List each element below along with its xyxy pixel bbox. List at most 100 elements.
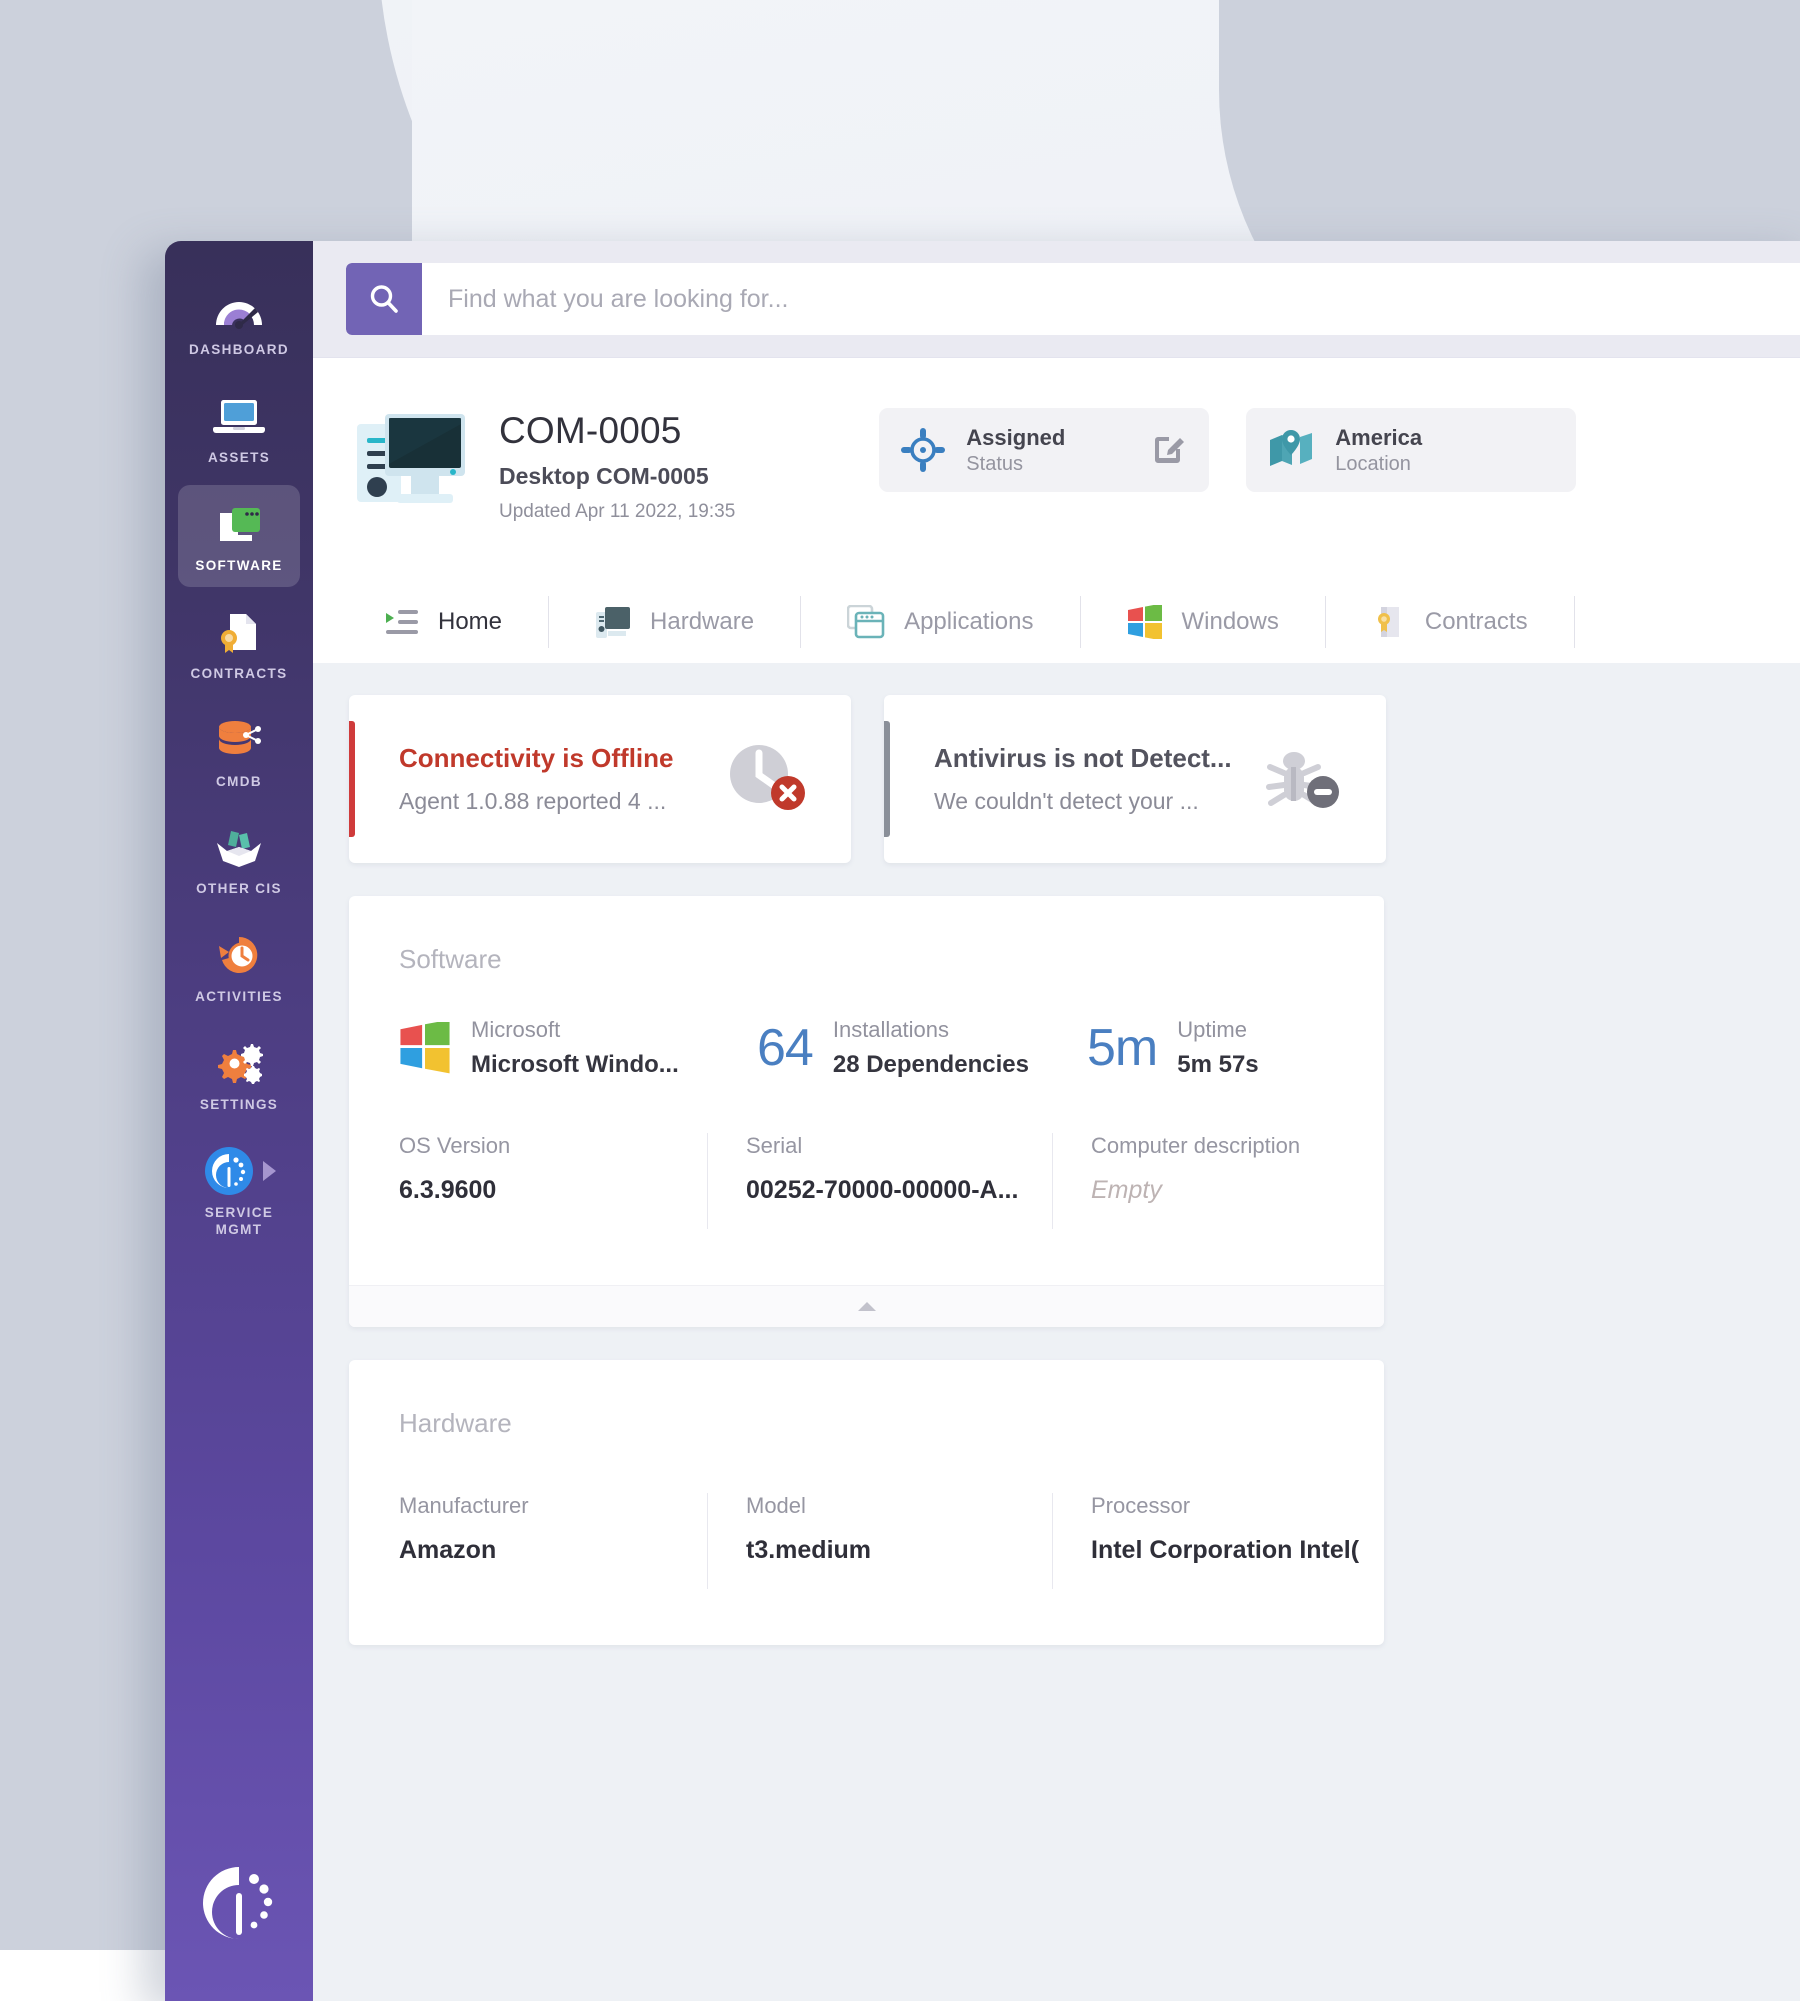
list-home-icon	[385, 608, 419, 636]
stat-big-number: 5m	[1087, 1018, 1157, 1078]
search-input[interactable]	[422, 263, 1800, 335]
windows-logo-icon	[1127, 605, 1163, 639]
field-label: Manufacturer	[399, 1493, 707, 1519]
stat-microsoft: Microsoft Microsoft Windo...	[399, 1017, 757, 1079]
alert-row: Connectivity is Offline Agent 1.0.88 rep…	[349, 695, 1800, 863]
sidebar-item-activities[interactable]: ACTIVITIES	[178, 916, 300, 1018]
tab-windows-label: Windows	[1182, 608, 1279, 636]
alert-description: We couldn't detect your ...	[934, 788, 1258, 815]
tab-contracts[interactable]: Contracts	[1326, 596, 1575, 648]
asset-header: COM-0005 Desktop COM-0005 Updated Apr 11…	[313, 358, 1800, 663]
edit-pencil-icon[interactable]	[1123, 430, 1187, 471]
hardware-fields-row: Manufacturer Amazon Model t3.medium Proc…	[349, 1493, 1384, 1645]
hardware-tower-icon	[595, 605, 631, 639]
software-stats-row: Microsoft Microsoft Windo... 64 Installa…	[349, 975, 1384, 1079]
field-value: Intel Corporation Intel(	[1091, 1536, 1384, 1565]
sidebar-item-contracts[interactable]: CONTRACTS	[178, 593, 300, 695]
sidebar-item-assets[interactable]: ASSETS	[178, 377, 300, 479]
search-button[interactable]	[346, 263, 422, 335]
stat-microsoft-text: Microsoft Microsoft Windo...	[471, 1017, 679, 1079]
sidebar-item-label: CMDB	[182, 774, 296, 791]
sidebar-item-label: ACTIVITIES	[182, 989, 296, 1006]
database-nodes-icon	[182, 715, 296, 765]
asset-updated-timestamp: Updated Apr 11 2022, 19:35	[499, 501, 735, 523]
field-label: OS Version	[399, 1133, 707, 1159]
status-badge-text: Assigned Status	[966, 425, 1065, 476]
certificate-scroll-icon	[1372, 605, 1406, 639]
asset-title-block: COM-0005 Desktop COM-0005 Updated Apr 11…	[499, 402, 735, 523]
field-label: Serial	[746, 1133, 1052, 1159]
software-window-icon	[182, 499, 296, 549]
bug-minus-icon	[1258, 741, 1386, 818]
location-badge-text: America Location	[1335, 425, 1422, 476]
tab-windows[interactable]: Windows	[1081, 596, 1326, 648]
app-window: DASHBOARD ASSETS	[165, 241, 1800, 2001]
location-badge-value: America	[1335, 425, 1422, 451]
certificate-document-icon	[182, 607, 296, 657]
search-bar	[313, 241, 1800, 358]
sidebar-brand[interactable]	[165, 1857, 313, 1949]
location-badge[interactable]: America Location	[1246, 408, 1576, 492]
collapse-caret-icon	[858, 1302, 876, 1311]
tab-applications-label: Applications	[904, 608, 1033, 636]
sidebar-item-dashboard[interactable]: DASHBOARD	[178, 269, 300, 371]
content-area: Connectivity is Offline Agent 1.0.88 rep…	[313, 663, 1800, 2001]
asset-tabs: Home Hardware	[313, 581, 1800, 663]
software-fields-row: OS Version 6.3.9600 Serial 00252-70000-0…	[349, 1133, 1384, 1285]
map-location-icon	[1268, 428, 1314, 472]
asset-row: COM-0005 Desktop COM-0005 Updated Apr 11…	[313, 402, 1800, 523]
sidebar-item-label: CONTRACTS	[182, 666, 296, 683]
stat-installations: 64 Installations 28 Dependencies	[757, 1017, 1087, 1079]
field-value: Amazon	[399, 1536, 707, 1565]
stat-uptime: 5m Uptime 5m 57s	[1087, 1017, 1259, 1079]
open-box-icon	[182, 822, 296, 872]
field-label: Model	[746, 1493, 1052, 1519]
alert-title: Connectivity is Offline	[399, 743, 725, 774]
sidebar-item-other-cis[interactable]: OTHER CIS	[178, 808, 300, 910]
sidebar-item-label: DASHBOARD	[182, 342, 296, 359]
sidebar-item-settings[interactable]: SETTINGS	[178, 1024, 300, 1126]
location-badge-label: Location	[1335, 453, 1422, 476]
alert-card-connectivity[interactable]: Connectivity is Offline Agent 1.0.88 rep…	[349, 695, 851, 863]
status-badge[interactable]: Assigned Status	[879, 408, 1209, 492]
alert-card-antivirus[interactable]: Antivirus is not Detect... We couldn't d…	[884, 695, 1386, 863]
field-manufacturer: Manufacturer Amazon	[349, 1493, 707, 1589]
field-value: Empty	[1091, 1176, 1384, 1205]
stat-label: Microsoft	[471, 1017, 679, 1043]
chevron-right-icon[interactable]	[263, 1161, 276, 1181]
sidebar-item-service-mgmt[interactable]: SERVICE MGMT	[178, 1132, 300, 1251]
tab-hardware-label: Hardware	[650, 608, 754, 636]
crosshair-target-icon	[901, 428, 945, 472]
stat-label: Uptime	[1177, 1017, 1258, 1043]
tab-home-label: Home	[438, 608, 502, 636]
field-model: Model t3.medium	[707, 1493, 1052, 1589]
field-value: t3.medium	[746, 1536, 1052, 1565]
sidebar-item-cmdb[interactable]: CMDB	[178, 701, 300, 803]
alert-body: Connectivity is Offline Agent 1.0.88 rep…	[349, 743, 725, 815]
tab-applications[interactable]: Applications	[801, 596, 1080, 648]
sidebar-item-label: ASSETS	[182, 450, 296, 467]
field-os-version: OS Version 6.3.9600	[349, 1133, 707, 1229]
field-label: Computer description	[1091, 1133, 1384, 1159]
windows-logo-icon	[399, 1022, 451, 1074]
field-label: Processor	[1091, 1493, 1384, 1519]
field-processor: Processor Intel Corporation Intel(	[1052, 1493, 1384, 1589]
tab-home[interactable]: Home	[349, 596, 549, 648]
sidebar-item-label: OTHER CIS	[182, 881, 296, 898]
asset-badges: Assigned Status	[879, 402, 1576, 492]
field-value: 00252-70000-00000-A...	[746, 1176, 1052, 1205]
software-panel-collapse[interactable]	[349, 1285, 1384, 1327]
stat-label: Installations	[833, 1017, 1029, 1043]
sidebar-item-label: SERVICE MGMT	[182, 1205, 296, 1239]
field-serial: Serial 00252-70000-00000-A...	[707, 1133, 1052, 1229]
alert-title: Antivirus is not Detect...	[934, 743, 1258, 774]
clock-error-icon	[725, 741, 851, 818]
hardware-panel-title: Hardware	[349, 1360, 1384, 1439]
tab-hardware[interactable]: Hardware	[549, 596, 801, 648]
sidebar-item-software[interactable]: SOFTWARE	[178, 485, 300, 587]
stat-installations-text: Installations 28 Dependencies	[833, 1017, 1029, 1079]
sidebar-item-label: SOFTWARE	[182, 558, 296, 575]
invgate-logo-icon	[193, 1857, 285, 1949]
alert-body: Antivirus is not Detect... We couldn't d…	[884, 743, 1258, 815]
page-title: COM-0005	[499, 410, 735, 452]
